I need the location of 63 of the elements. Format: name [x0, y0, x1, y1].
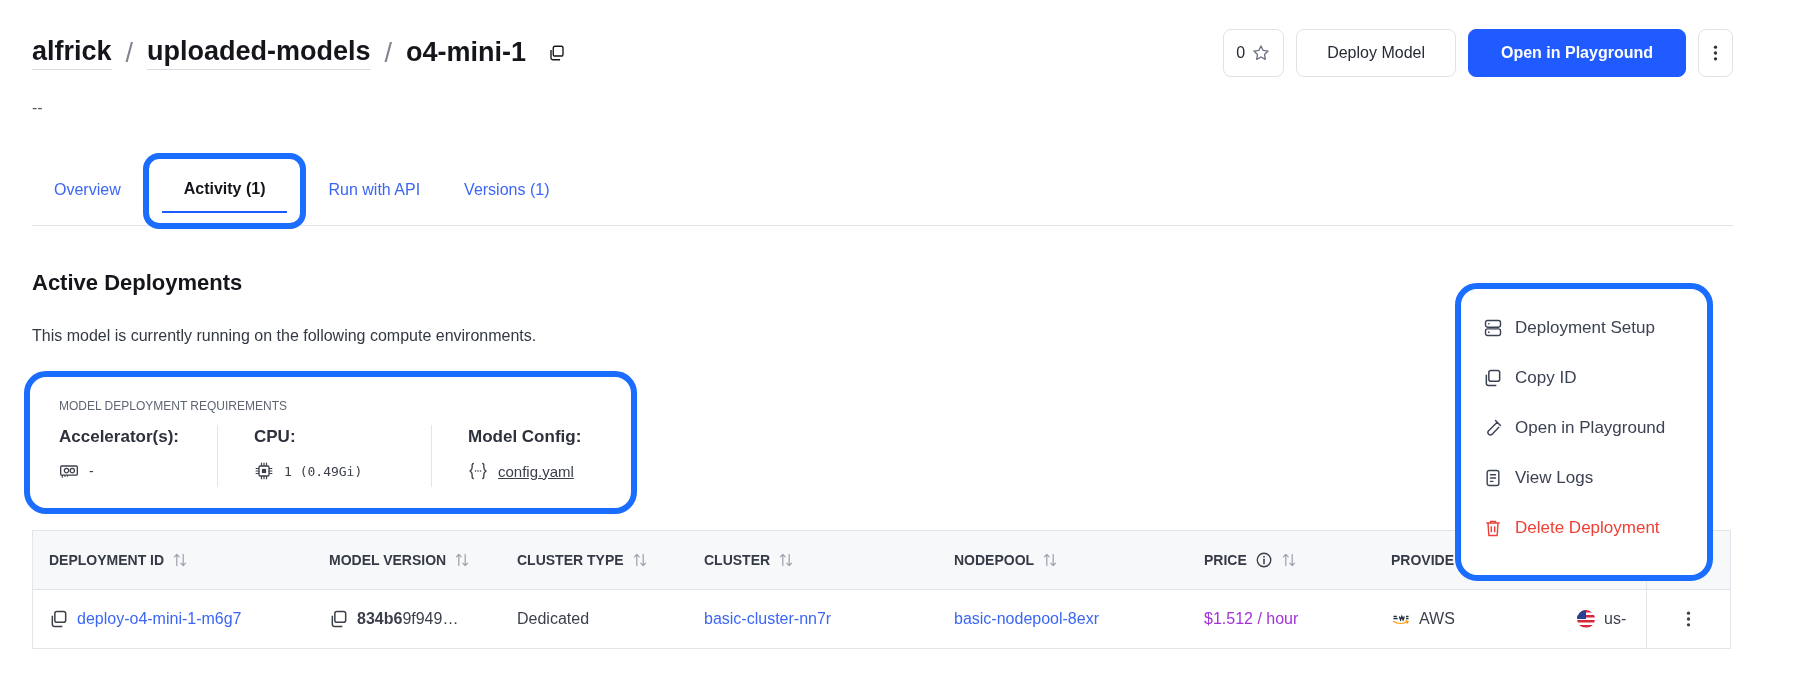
breadcrumb-separator: / [125, 37, 134, 69]
document-icon [1483, 468, 1503, 488]
star-button[interactable]: 0 [1223, 29, 1285, 77]
info-icon [1254, 551, 1273, 569]
sort-icon [778, 552, 795, 568]
menu-item[interactable]: Delete Deployment [1477, 503, 1691, 553]
breadcrumb-link[interactable]: alfrick [32, 36, 112, 70]
copy-icon [49, 609, 69, 629]
field-label: Accelerator(s): [59, 427, 180, 447]
table-cell: Dedicated [517, 610, 590, 628]
column-header[interactable]: PRICE [1204, 552, 1247, 568]
open-playground-button[interactable]: Open in Playground [1468, 29, 1686, 77]
copy-icon [329, 609, 349, 629]
model-version: 834b69f949… [357, 610, 459, 628]
price-text: $1.512 / hour [1204, 610, 1299, 628]
more-icon [1686, 610, 1691, 628]
tab[interactable]: Activity (1) [161, 167, 288, 213]
breadcrumb-separator: / [384, 37, 393, 69]
column-header[interactable]: DEPLOYMENT ID [49, 552, 165, 568]
field-label: CPU: [254, 427, 297, 447]
config-link[interactable]: config.yaml [498, 462, 574, 480]
chip-icon [254, 461, 274, 481]
model-description: -- [32, 99, 44, 117]
section-heading: Active Deployments [32, 270, 244, 296]
row-menu-button[interactable] [1686, 610, 1691, 628]
column-header[interactable]: NODEPOOL [954, 552, 1035, 568]
table-cell: us- [1604, 610, 1627, 628]
server-icon [1483, 318, 1503, 338]
flag-icon [1576, 609, 1596, 629]
column-header[interactable]: CLUSTER [704, 552, 771, 568]
nodepool-link[interactable]: basic-nodepool-8exr [954, 610, 1099, 628]
column-header[interactable]: CLUSTER TYPE [517, 552, 624, 568]
trash-icon [1483, 518, 1503, 538]
sort-icon [1042, 552, 1059, 568]
deployment-link[interactable]: deploy-o4-mini-1-m6g7 [77, 610, 242, 628]
more-icon [1713, 44, 1718, 62]
sort-icon [172, 552, 189, 568]
section-description: This model is currently running on the following compute environments. [32, 327, 537, 345]
sort-icon [631, 552, 648, 568]
menu-item[interactable]: View Logs [1477, 453, 1691, 503]
deploy-button[interactable]: Deploy Model [1296, 29, 1456, 77]
copy-icon [1483, 368, 1503, 388]
menu-item[interactable]: Deployment Setup [1477, 303, 1691, 353]
card-title: MODEL DEPLOYMENT REQUIREMENTS [59, 399, 289, 413]
tab[interactable]: Run with API [306, 168, 443, 214]
column-header[interactable]: MODEL VERSION [329, 552, 447, 568]
tab[interactable]: Overview [32, 168, 143, 214]
tab[interactable]: Versions (1) [442, 168, 572, 214]
table-cell: AWS [1419, 610, 1455, 628]
star-icon [1251, 43, 1272, 63]
field-value: 1 (0.49Gi) [284, 463, 363, 479]
page-title: o4-mini-1 [406, 36, 527, 69]
field-value: - [89, 463, 94, 479]
breadcrumb-link[interactable]: uploaded-models [147, 36, 371, 70]
cluster-link[interactable]: basic-cluster-nn7r [704, 610, 832, 628]
menu-item[interactable]: Open in Playground [1477, 403, 1691, 453]
menu-item[interactable]: Copy ID [1477, 353, 1691, 403]
column-header[interactable]: PROVIDE [1391, 552, 1454, 568]
sort-icon [454, 552, 471, 568]
braces-icon [468, 461, 488, 481]
copy-icon [548, 44, 567, 62]
field-label: Model Config: [468, 427, 582, 447]
sort-icon [1280, 552, 1297, 568]
